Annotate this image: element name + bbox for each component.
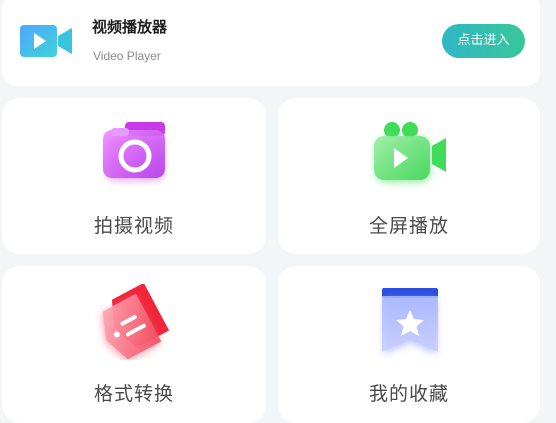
video-camera-icon <box>374 122 446 182</box>
app-screen: 视频播放器 Video Player 点击进入 拍摄视频 全屏播放 格式转换 我… <box>0 0 556 423</box>
feature-label: 格式转换 <box>93 383 174 405</box>
enter-button[interactable]: 点击进入 <box>442 24 525 58</box>
feature-label: 全屏播放 <box>368 215 449 237</box>
feature-tile-fullscreen-play[interactable]: 全屏播放 <box>278 98 540 254</box>
feature-tile-my-favorites[interactable]: 我的收藏 <box>278 266 540 423</box>
video-camera-icon <box>20 25 72 57</box>
tag-icon <box>101 284 170 360</box>
app-title: 视频播放器 <box>92 18 168 36</box>
feature-tile-record-video[interactable]: 拍摄视频 <box>2 98 266 254</box>
star-bookmark-icon <box>382 288 438 354</box>
camera-icon <box>103 122 165 180</box>
feature-label: 我的收藏 <box>368 383 449 405</box>
feature-label: 拍摄视频 <box>93 215 174 237</box>
video-player-card[interactable]: 视频播放器 Video Player 点击进入 <box>2 0 540 86</box>
app-subtitle: Video Player <box>93 49 161 63</box>
feature-tile-format-convert[interactable]: 格式转换 <box>2 266 266 423</box>
